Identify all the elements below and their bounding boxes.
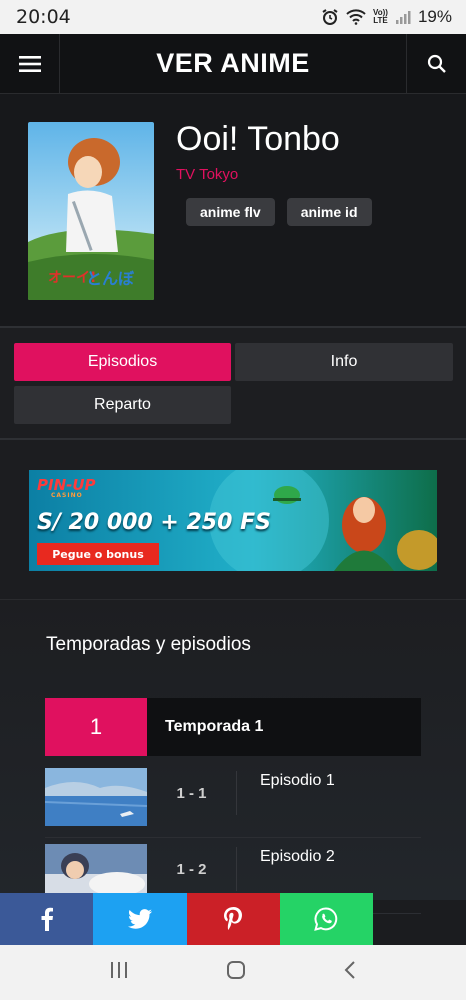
wifi-icon [346, 9, 366, 25]
signal-icon [395, 9, 411, 25]
battery-text: 19% [417, 7, 452, 26]
anime-poster[interactable]: オーイ! とんぼ [28, 122, 154, 300]
recent-apps-button[interactable] [109, 961, 129, 984]
share-whatsapp-button[interactable] [279, 893, 373, 945]
tab-cast[interactable]: Reparto [14, 386, 231, 424]
seasons-section: Temporadas y episodios 1 Temporada 1 1 -… [0, 600, 466, 914]
ad-banner[interactable]: PIN-UP CASINO S/ 20 000 + 250 FS Pegue o … [29, 470, 437, 571]
episode-row[interactable]: 1 - 1 Episodio 1 [45, 762, 421, 838]
recent-apps-icon [110, 962, 127, 978]
facebook-icon [41, 907, 53, 931]
anime-hero: オーイ! とんぼ Ooi! Tonbo TV Tokyo anime flv a… [0, 94, 466, 328]
ad-offer-text: S/ 20 000 + 250 FS [37, 510, 271, 535]
system-nav-bar [0, 945, 466, 1000]
app-header: VER ANIME [0, 33, 466, 94]
ad-cta-button[interactable]: Pegue o bonus [37, 543, 159, 565]
whatsapp-icon [314, 907, 338, 931]
site-title[interactable]: VER ANIME [60, 48, 406, 79]
back-button[interactable] [343, 960, 357, 985]
home-button[interactable] [226, 960, 246, 985]
alarm-icon [321, 8, 339, 26]
tag-anime-id[interactable]: anime id [286, 198, 372, 226]
section-title: Temporadas y episodios [46, 634, 251, 655]
tab-info[interactable]: Info [235, 343, 453, 381]
episode-thumbnail [45, 768, 147, 826]
share-bar [0, 893, 373, 945]
episode-title: Episodio 1 [260, 772, 335, 789]
anime-title: Ooi! Tonbo [176, 120, 340, 158]
search-icon [427, 54, 446, 73]
season-row[interactable]: 1 Temporada 1 [45, 698, 421, 756]
svg-text:とんぼ: とんぼ [86, 269, 135, 288]
pinterest-icon [224, 907, 243, 930]
share-facebook-button[interactable] [0, 893, 94, 945]
search-button[interactable] [406, 33, 466, 94]
share-twitter-button[interactable] [93, 893, 187, 945]
status-bar: 20:04 Vo)) LTE 19% [0, 0, 466, 34]
tab-episodes[interactable]: Episodios [14, 343, 231, 381]
ad-section: PIN-UP CASINO S/ 20 000 + 250 FS Pegue o … [0, 440, 466, 600]
home-icon [226, 961, 245, 979]
season-number: 1 [45, 698, 147, 756]
ad-brand-logo: PIN-UP CASINO [37, 476, 96, 499]
menu-button[interactable] [0, 33, 60, 94]
anime-studio[interactable]: TV Tokyo [176, 166, 238, 183]
tag-anime-flv[interactable]: anime flv [186, 198, 275, 226]
content-tabs: Episodios Info Reparto [0, 328, 466, 440]
hamburger-icon [18, 55, 41, 72]
episode-title: Episodio 2 [260, 848, 335, 865]
season-label: Temporada 1 [165, 718, 264, 735]
back-icon [344, 961, 356, 979]
status-time: 20:04 [16, 6, 71, 28]
twitter-icon [127, 909, 152, 929]
episode-code: 1 - 2 [147, 847, 237, 891]
share-pinterest-button[interactable] [186, 893, 280, 945]
volte-indicator: Vo)) LTE [373, 8, 388, 25]
episode-code: 1 - 1 [147, 771, 237, 815]
